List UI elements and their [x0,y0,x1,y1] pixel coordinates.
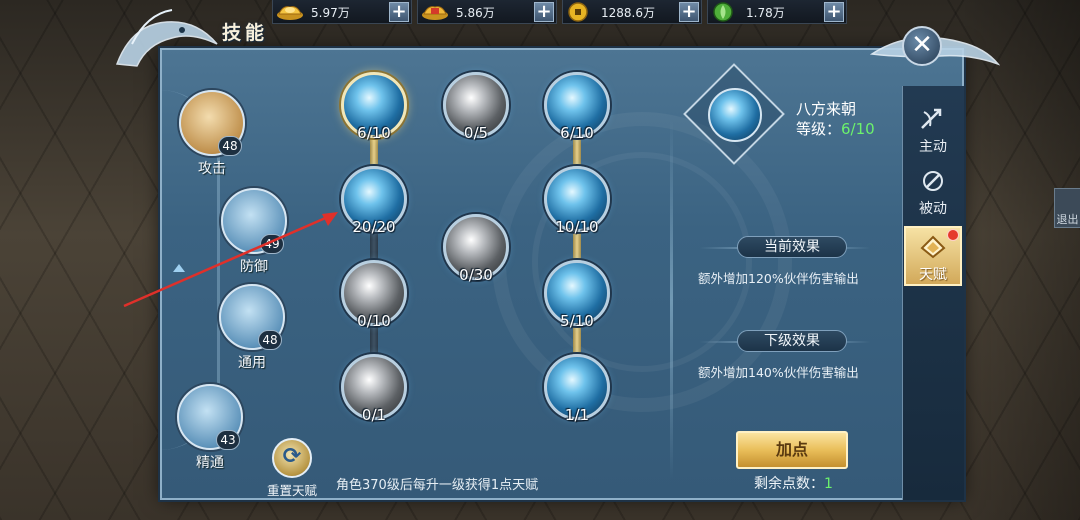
remaining-points-value: 1 [824,476,833,492]
skill-node-count: 1/1 [564,406,590,424]
reset-talent-label: 重置天赋 [266,483,317,498]
current-effect-text: 额外增加120%伙伴伤害输出 [698,271,859,286]
skill-node-count: 0/10 [357,312,391,330]
tab-label: 被动 [919,201,947,217]
talent-hint: 角色370级后每升一级获得1点天赋 [336,478,539,493]
passive-skill-icon [923,171,943,191]
skill-node-count: 5/10 [560,312,594,330]
add-point-button[interactable]: 加点 [736,431,848,469]
skill-node[interactable]: 0/10 [341,260,407,330]
skill-node[interactable]: 6/10 [544,72,610,142]
talent-icon [920,235,946,259]
currency-jade: 1.78万 + [707,0,847,24]
skill-node[interactable]: 20/20 [341,166,407,236]
tab-label: 主动 [919,139,947,155]
skill-node[interactable]: 10/10 [544,166,610,236]
close-button[interactable]: ✕ [902,26,942,66]
skill-node[interactable]: 0/1 [341,354,407,424]
bound-gold-ingot-icon [422,6,448,20]
remaining-points-label: 剩余点数： [754,476,824,492]
tab-talent[interactable]: 天赋 [904,226,962,286]
coin-icon [568,2,588,22]
skill-node[interactable]: 6/10 [341,72,407,142]
skill-name: 八方来朝 [796,100,857,118]
skill-node[interactable]: 1/1 [544,354,610,424]
tab-active-skills[interactable]: 主动 [904,100,962,160]
category-general[interactable]: 48 通用 [212,284,292,372]
dragon-ornament-icon [115,9,218,67]
panel-title: 技能 [222,22,269,44]
jade-icon [713,2,733,22]
skill-level-label: 等级： [796,120,842,138]
skill-node-count: 0/5 [463,124,489,142]
skill-node[interactable]: 0/30 [443,214,509,284]
next-effect-text: 额外增加140%伙伴伤害输出 [698,365,859,380]
skill-node-count: 6/10 [357,124,391,142]
category-label: 通用 [238,355,266,371]
add-currency-button[interactable]: + [679,2,699,22]
next-effect-header: 下级效果 [737,330,847,352]
add-currency-button[interactable]: + [534,2,554,22]
currency-bound-gold-ingot: 5.86万 + [417,0,557,24]
remaining-points: 剩余点数：1 [754,473,833,493]
background-shade [960,0,1080,520]
tab-passive-skills[interactable]: 被动 [904,162,962,222]
active-skill-icon [921,108,942,129]
skill-level: 等级：6/10 [796,118,875,139]
add-currency-button[interactable]: + [824,2,844,22]
currency-bar: 5.97万 + 5.86万 + 1288.6万 + 1.78万 + [272,0,852,26]
skill-level-value: 6/10 [841,120,875,138]
skill-node-count: 6/10 [560,124,594,142]
skill-node[interactable]: 5/10 [544,260,610,330]
reset-talent-button[interactable]: ⟳ 重置天赋 [262,438,322,499]
skill-node-count: 10/10 [555,218,599,236]
currency-gold-ingot: 5.97万 + [272,0,412,24]
category-level: 43 [216,430,240,450]
skill-node-count: 0/30 [459,266,493,284]
refresh-icon: ⟳ [272,438,312,478]
category-attack[interactable]: 48 攻击 [172,90,252,178]
skill-node[interactable]: 0/5 [443,72,509,142]
background-exit-button: 退出 [1054,188,1080,228]
current-effect-header: 当前效果 [737,236,847,258]
category-label: 精通 [196,455,224,471]
category-level: 49 [260,234,284,254]
tab-label: 天赋 [919,267,947,283]
currency-value: 1288.6万 [601,6,655,20]
category-defense[interactable]: 49 防御 [214,188,294,276]
category-label: 攻击 [198,161,226,177]
currency-value: 1.78万 [746,6,785,20]
notification-badge [947,229,959,241]
currency-value: 5.86万 [456,6,495,20]
gold-ingot-icon [277,6,303,20]
hand-skill-icon [708,88,762,142]
category-mastery[interactable]: 43 精通 [170,384,250,472]
currency-coin: 1288.6万 + [562,0,702,24]
category-label: 防御 [240,259,268,275]
skill-node-count: 0/1 [361,406,387,424]
category-level: 48 [258,330,282,350]
add-currency-button[interactable]: + [389,2,409,22]
skill-node-count: 20/20 [352,218,396,236]
currency-value: 5.97万 [311,6,350,20]
panel-divider [670,120,673,480]
category-level: 48 [218,136,242,156]
scroll-up-icon[interactable] [173,264,185,272]
